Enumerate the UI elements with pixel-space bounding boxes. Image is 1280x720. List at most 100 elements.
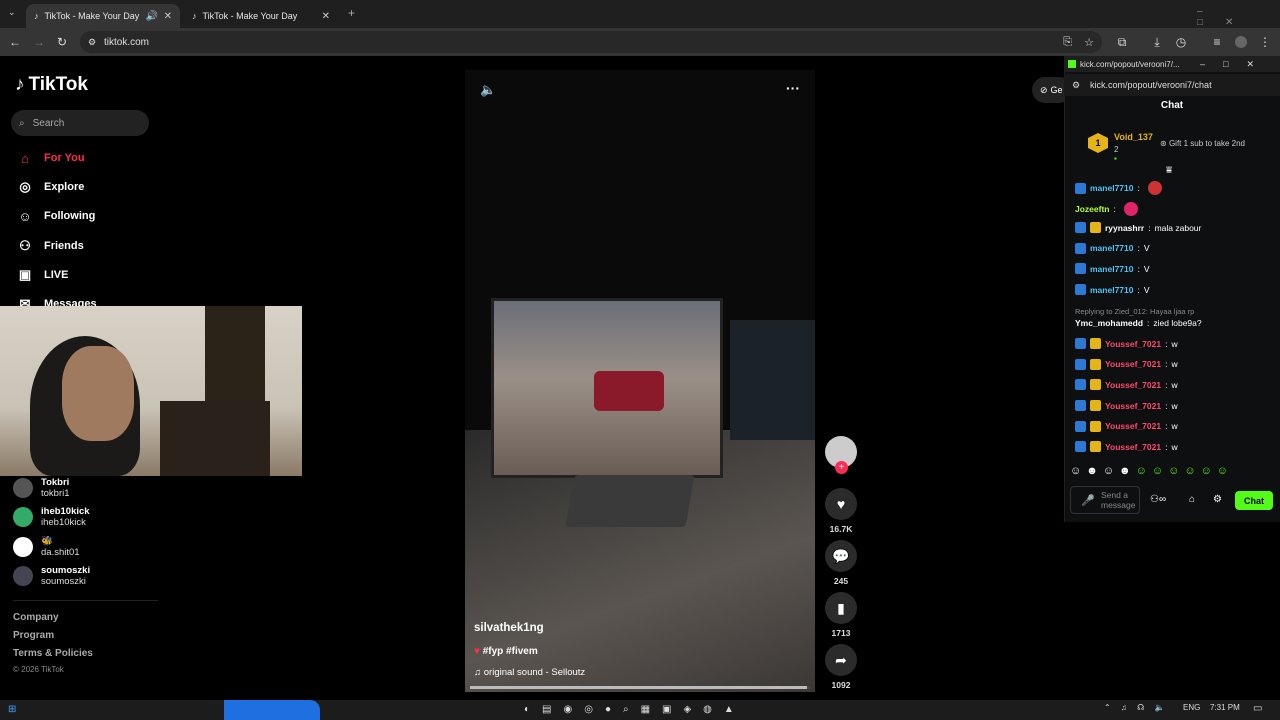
footer-terms-link[interactable]: Terms & Policies (13, 648, 93, 659)
taskbar-widget[interactable] (224, 700, 320, 720)
kick-url-bar[interactable]: ⚙ kick.com/popout/verooni7/chat (1064, 74, 1280, 96)
video-car (594, 371, 664, 411)
system-tray-icons[interactable]: ⌃ ♫ ☊ 🔈 (1104, 703, 1168, 712)
history-icon[interactable]: ◷ (1172, 33, 1190, 51)
avatar (13, 566, 33, 586)
nav-for-you[interactable]: ⌂ For You (16, 148, 84, 168)
tab-tiktok-1[interactable]: ♪ TikTok - Make Your Day 🔊 ✕ (26, 4, 180, 28)
tab-tiktok-2[interactable]: ♪ TikTok - Make Your Day ✕ (184, 4, 338, 28)
following-handle: iheb10kick (41, 517, 86, 528)
follow-plus-icon[interactable]: + (835, 461, 848, 474)
nav-label: Following (44, 210, 96, 222)
tiktok-logo[interactable]: ♪ TikTok (15, 74, 88, 96)
emote-bar[interactable]: ☺ ☻ ☺ ☻ ☺ ☺ ☺ ☺ ☺ ☺ (1070, 465, 1262, 481)
comment-button[interactable]: 💬 245 (824, 540, 858, 586)
site-info-icon[interactable]: ⚙ (88, 37, 96, 48)
store-icon[interactable]: ⌂ (1189, 494, 1195, 505)
clock[interactable]: 7:31 PM (1210, 703, 1240, 712)
nav-friends[interactable]: ⚇ Friends (16, 236, 84, 256)
speaker-icon[interactable]: 🔊 (146, 11, 158, 22)
install-icon[interactable]: ⎘ (1063, 36, 1072, 49)
taskbar-app-icons[interactable]: ◐▤◉◎●⌕▦▣◈◍▲ (524, 704, 746, 715)
chat-username[interactable]: Jozeeftn (1075, 204, 1109, 214)
separator: : (1165, 400, 1168, 411)
emote-icon: ☺ (1200, 465, 1212, 477)
chat-username[interactable]: manel7710 (1090, 285, 1133, 295)
volume-icon[interactable]: 🔈 (480, 82, 496, 98)
following-item[interactable]: Tokbri tokbri1 (13, 477, 70, 499)
chat-username[interactable]: Youssef_7021 (1105, 401, 1161, 411)
following-handle: soumoszki (41, 576, 86, 587)
chat-send-button[interactable]: Chat (1235, 491, 1273, 510)
search-placeholder: Search (32, 117, 65, 129)
chat-username[interactable]: Youssef_7021 (1105, 359, 1161, 369)
video-author[interactable]: silvathek1ng (474, 622, 544, 634)
chat-text: mala zabour (1154, 222, 1202, 233)
language-indicator[interactable]: ENG (1183, 703, 1200, 712)
microphone-icon[interactable]: 🎤 (1081, 494, 1095, 507)
back-icon[interactable]: ← (6, 33, 24, 51)
chat-username[interactable]: manel7710 (1090, 243, 1133, 253)
tab-menu-icon[interactable]: ⌄ (8, 7, 16, 18)
window-controls[interactable]: –□✕ (1197, 6, 1280, 28)
close-icon[interactable]: ✕ (322, 11, 330, 22)
chat-username[interactable]: Youssef_7021 (1105, 339, 1161, 349)
separator: : (1137, 263, 1140, 274)
chat-username[interactable]: manel7710 (1090, 264, 1133, 274)
chat-message: Youssef_7021: w (1075, 338, 1178, 350)
close-icon[interactable]: ✕ (164, 11, 172, 22)
share-button[interactable]: ➦ 1092 (824, 644, 858, 690)
chat-username[interactable]: Ymc_mohamedd (1075, 318, 1143, 328)
gift-prompt[interactable]: ⊛ Gift 1 sub to take 2nd (1160, 139, 1245, 148)
emote-picker-icon[interactable]: ⚇∞ (1150, 494, 1166, 505)
footer-company-link[interactable]: Company (13, 612, 59, 623)
following-name: Tokbri (41, 477, 70, 488)
media-icon[interactable]: ≡ (1208, 33, 1226, 51)
new-tab-icon[interactable]: + (348, 6, 355, 20)
chat-username[interactable]: Youssef_7021 (1105, 421, 1161, 431)
following-item[interactable]: iheb10kick iheb10kick (13, 506, 90, 528)
crown-badge-icon (1090, 441, 1101, 453)
separator: : (1165, 421, 1168, 432)
filter-icon[interactable]: ⩸ (1166, 165, 1172, 176)
notification-icon[interactable]: ▭ (1253, 703, 1262, 714)
chat-message: ryynashrr: mala zabour (1075, 222, 1202, 234)
video-progress-bar[interactable] (470, 686, 810, 689)
person-face (62, 346, 134, 441)
bookmark-star-icon[interactable]: ☆ (1084, 36, 1094, 49)
like-button[interactable]: ♥ 16.7K (824, 488, 858, 534)
nav-following[interactable]: ☺ Following (16, 206, 95, 226)
author-avatar[interactable]: + (824, 436, 858, 474)
window-controls[interactable]: –□✕ (1200, 59, 1272, 70)
download-icon[interactable]: ⤓ (1148, 33, 1166, 51)
extensions-icon[interactable]: ⧉ (1113, 33, 1131, 51)
share-icon: ➦ (825, 644, 857, 676)
chat-message-input[interactable]: 🎤 Send a message (1070, 486, 1140, 514)
search-input[interactable]: ⌕ Search (11, 110, 149, 136)
caption-text[interactable]: #fyp #fivem (483, 646, 538, 657)
settings-icon[interactable]: ⚙ (1213, 494, 1222, 505)
nav-explore[interactable]: ◎ Explore (16, 177, 84, 197)
save-button[interactable]: ▮ 1713 (824, 592, 858, 638)
following-item[interactable]: 🐝 da.shit01 (13, 536, 80, 558)
nav-live[interactable]: ▣ LIVE (16, 265, 69, 285)
verified-badge-icon (1075, 420, 1086, 432)
video-sound[interactable]: ♫ original sound - Selloutz (474, 667, 585, 678)
address-bar[interactable]: ⚙ tiktok.com ⎘ ☆ (80, 31, 1102, 53)
chat-text: w (1171, 379, 1178, 390)
windows-start-icon[interactable]: ⊞ (8, 704, 16, 715)
reload-icon[interactable]: ↻ (53, 33, 71, 51)
footer-program-link[interactable]: Program (13, 630, 54, 641)
chat-username[interactable]: Youssef_7021 (1105, 380, 1161, 390)
emote-icon: ☻ (1086, 465, 1098, 477)
gifter-name: Void_137 (1114, 132, 1153, 142)
video-player[interactable] (465, 70, 815, 692)
browser-menu-icon[interactable]: ⋮ (1256, 33, 1274, 51)
more-options-icon[interactable]: ··· (786, 80, 800, 96)
forward-icon[interactable]: → (30, 33, 48, 51)
following-item[interactable]: soumoszki soumoszki (13, 565, 90, 587)
chat-username[interactable]: manel7710 (1090, 183, 1133, 193)
chat-username[interactable]: ryynashrr (1105, 223, 1144, 233)
avatar[interactable] (1232, 33, 1250, 51)
chat-username[interactable]: Youssef_7021 (1105, 442, 1161, 452)
